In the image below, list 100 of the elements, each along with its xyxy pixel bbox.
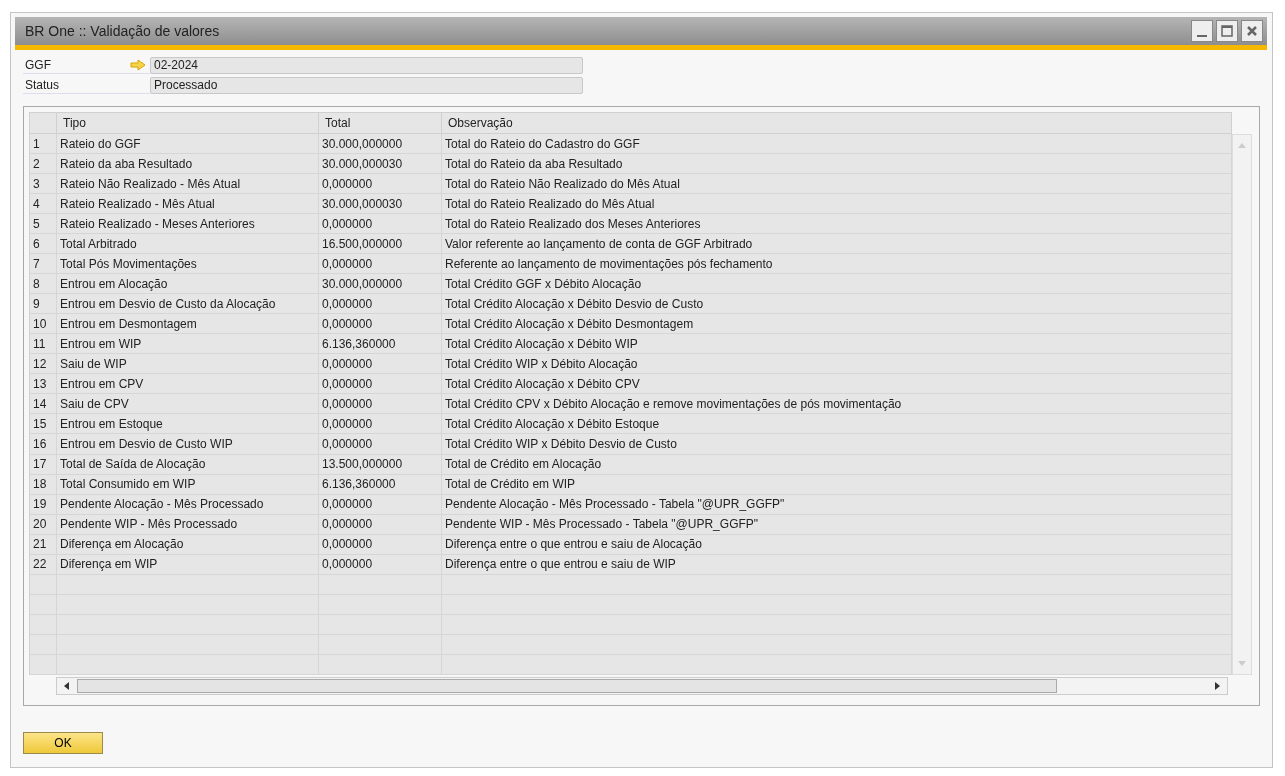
table-cell: 0,000000 <box>318 213 442 234</box>
scroll-left-icon[interactable] <box>63 681 71 691</box>
table-cell: 0,000000 <box>318 253 442 274</box>
table-cell: Entrou em Estoque <box>56 413 319 434</box>
input-field[interactable]: 02-2024 <box>150 57 583 74</box>
table-cell: Saiu de CPV <box>56 393 319 414</box>
horizontal-scrollbar[interactable] <box>56 677 1228 695</box>
maximize-button[interactable] <box>1216 20 1238 42</box>
row-number: 5 <box>29 213 57 234</box>
scroll-right-icon[interactable] <box>1213 681 1221 691</box>
table-cell: 6.136,360000 <box>318 474 442 495</box>
column-header[interactable]: Tipo <box>56 112 319 134</box>
table-cell: Total do Rateio da aba Resultado <box>441 153 1232 174</box>
table-cell: Total Crédito Alocação x Débito CPV <box>441 373 1232 394</box>
table-cell: Total Crédito Alocação x Débito WIP <box>441 333 1232 354</box>
maximize-icon <box>1220 24 1234 38</box>
column-header[interactable]: Total <box>318 112 442 134</box>
table-cell: Total de Saída de Alocação <box>56 454 319 475</box>
row-number: 6 <box>29 233 57 254</box>
row-number: 15 <box>29 413 57 434</box>
table-cell: Rateio Não Realizado - Mês Atual <box>56 173 319 194</box>
input-field[interactable]: Processado <box>150 77 583 94</box>
minimize-icon <box>1197 35 1207 37</box>
table-cell: Rateio Realizado - Meses Anteriores <box>56 213 319 234</box>
minimize-button[interactable] <box>1191 20 1213 42</box>
table-cell: Total de Crédito em Alocação <box>441 454 1232 475</box>
table-cell: 0,000000 <box>318 534 442 555</box>
table-cell: Total Crédito GGF x Débito Alocação <box>441 273 1232 294</box>
table-cell: 0,000000 <box>318 514 442 535</box>
table-cell: Rateio da aba Resultado <box>56 153 319 174</box>
table-cell: Total Arbitrado <box>56 233 319 254</box>
close-icon <box>1245 24 1259 38</box>
table-cell: Diferença em WIP <box>56 554 319 575</box>
field-label: Status <box>23 77 122 94</box>
row-number: 1 <box>29 133 57 154</box>
table-cell: Diferença entre o que entrou e saiu de Alocação <box>441 534 1232 555</box>
row-number: 13 <box>29 373 57 394</box>
scrollbar-thumb[interactable] <box>77 679 1057 693</box>
table-cell: Valor referente ao lançamento de conta de GGF Arbitrado <box>441 233 1232 254</box>
table-cell: Total Crédito Alocação x Débito Desmontagem <box>441 313 1232 334</box>
vertical-scrollbar[interactable] <box>1232 134 1252 675</box>
table-cell: Rateio do GGF <box>56 133 319 154</box>
table-cell: 0,000000 <box>318 494 442 515</box>
table-cell: Diferença em Alocação <box>56 534 319 555</box>
column-header[interactable]: Observação <box>441 112 1232 134</box>
table-cell: Total do Rateio Não Realizado do Mês Atual <box>441 173 1232 194</box>
table-cell: 30.000,000000 <box>318 273 442 294</box>
row-number: 14 <box>29 393 57 414</box>
table-cell: Saiu de WIP <box>56 353 319 374</box>
table-cell: 0,000000 <box>318 393 442 414</box>
link-arrow-icon[interactable] <box>130 59 146 71</box>
row-number: 16 <box>29 433 57 454</box>
table-cell: Entrou em Desvio de Custo WIP <box>56 433 319 454</box>
table-cell: Total Pós Movimentações <box>56 253 319 274</box>
row-number: 2 <box>29 153 57 174</box>
table-cell: Total do Rateio Realizado dos Meses Anteriores <box>441 213 1232 234</box>
window-title: BR One :: Validação de valores <box>25 23 220 39</box>
table-cell: 30.000,000030 <box>318 193 442 214</box>
table-cell: Total do Rateio Realizado do Mês Atual <box>441 193 1232 214</box>
table-cell: 0,000000 <box>318 313 442 334</box>
table-cell: Total Crédito Alocação x Débito Desvio de Custo <box>441 293 1232 314</box>
close-button[interactable] <box>1241 20 1263 42</box>
row-number: 8 <box>29 273 57 294</box>
table-cell: 0,000000 <box>318 413 442 434</box>
row-number: 18 <box>29 474 57 495</box>
table-cell: Entrou em CPV <box>56 373 319 394</box>
table-cell: 0,000000 <box>318 173 442 194</box>
table-cell: 0,000000 <box>318 373 442 394</box>
scroll-down-icon[interactable] <box>1237 660 1247 668</box>
table-cell: Total Consumido em WIP <box>56 474 319 495</box>
table-cell: Diferença entre o que entrou e saiu de WIP <box>441 554 1232 575</box>
table-cell: 0,000000 <box>318 433 442 454</box>
table-cell: Entrou em Desvio de Custo da Alocação <box>56 293 319 314</box>
ok-button[interactable]: OK <box>23 732 103 754</box>
row-number: 11 <box>29 333 57 354</box>
table-cell: 6.136,360000 <box>318 333 442 354</box>
table-cell: Entrou em Alocação <box>56 273 319 294</box>
row-number: 21 <box>29 534 57 555</box>
table-cell: 0,000000 <box>318 554 442 575</box>
row-number: 3 <box>29 173 57 194</box>
table-cell: 0,000000 <box>318 353 442 374</box>
row-number: 10 <box>29 313 57 334</box>
scroll-up-icon[interactable] <box>1237 141 1247 149</box>
table-cell: Entrou em Desmontagem <box>56 313 319 334</box>
table-cell: Total de Crédito em WIP <box>441 474 1232 495</box>
table-cell: 30.000,000000 <box>318 133 442 154</box>
table-cell: 16.500,000000 <box>318 233 442 254</box>
row-number: 12 <box>29 353 57 374</box>
row-number: 7 <box>29 253 57 274</box>
field-label: GGF <box>23 57 122 74</box>
table-cell: Total do Rateio do Cadastro do GGF <box>441 133 1232 154</box>
table-cell: Total Crédito WIP x Débito Alocação <box>441 353 1232 374</box>
table-cell: 13.500,000000 <box>318 454 442 475</box>
table-cell: Total Crédito CPV x Débito Alocação e remove movimentações de pós movimentação <box>441 393 1232 414</box>
row-number: 17 <box>29 454 57 475</box>
row-number: 9 <box>29 293 57 314</box>
table-cell: Pendente WIP - Mês Processado - Tabela "@UPR_GGFP" <box>441 514 1232 535</box>
table-cell: Entrou em WIP <box>56 333 319 354</box>
row-number: 22 <box>29 554 57 575</box>
table-cell: Referente ao lançamento de movimentações pós fechamento <box>441 253 1232 274</box>
